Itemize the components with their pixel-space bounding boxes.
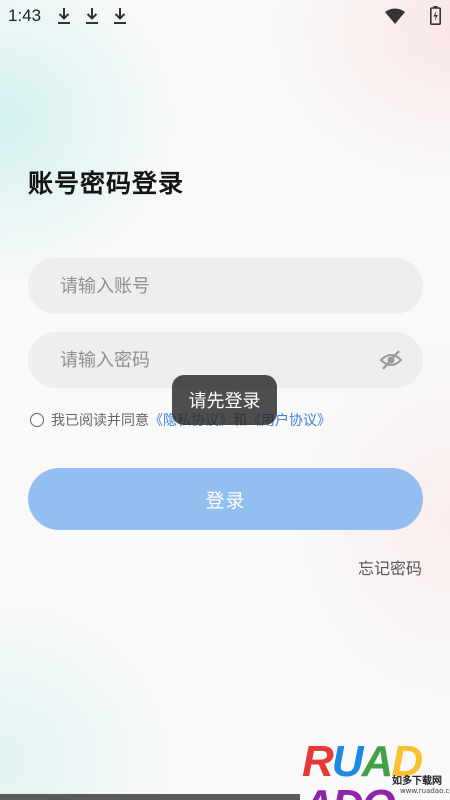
toast-message: 请先登录 bbox=[172, 375, 277, 425]
download-icon bbox=[114, 8, 126, 24]
account-field[interactable] bbox=[28, 258, 423, 314]
download-icon bbox=[58, 8, 70, 24]
bottom-bar bbox=[0, 794, 300, 800]
watermark-site-name: 如多下载网 bbox=[392, 776, 442, 787]
status-time: 1:43 bbox=[8, 6, 42, 25]
wifi-icon bbox=[385, 8, 405, 24]
status-bar: 1:43 bbox=[0, 0, 450, 32]
watermark-logo: RUADADO 如多下载网 www.ruadao.com bbox=[300, 736, 450, 800]
login-button[interactable]: 登录 bbox=[28, 468, 423, 530]
battery-icon bbox=[430, 6, 441, 25]
download-icon bbox=[86, 8, 98, 24]
toast-text: 请先登录 bbox=[188, 391, 261, 412]
agreement-radio-icon[interactable] bbox=[30, 413, 44, 427]
agreement-prefix: 我已阅读并同意 bbox=[51, 413, 149, 429]
eye-off-icon[interactable] bbox=[379, 349, 403, 371]
page-title: 账号密码登录 bbox=[28, 169, 185, 198]
account-input[interactable] bbox=[60, 258, 370, 314]
watermark-url: www.ruadao.com bbox=[400, 787, 450, 795]
forgot-password-link[interactable]: 忘记密码 bbox=[358, 555, 422, 579]
